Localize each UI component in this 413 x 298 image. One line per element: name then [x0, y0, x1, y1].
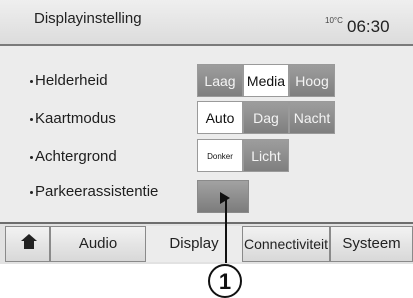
map-mode-option-night[interactable]: Nacht [289, 101, 335, 134]
clock: 06:30 [347, 17, 390, 36]
background-option-dark[interactable]: Donker [197, 139, 243, 172]
brightness-option-medium[interactable]: Media [243, 64, 289, 97]
setting-label-brightness: Helderheid [30, 72, 108, 89]
callout-marker: 1 [208, 264, 242, 298]
bullet [30, 79, 33, 83]
home-icon [21, 234, 37, 249]
temperature-readout: 10°C [325, 16, 343, 25]
map-mode-option-day[interactable]: Dag [243, 101, 289, 134]
brightness-option-low[interactable]: Laag [197, 64, 243, 97]
tab-system[interactable]: Systeem [330, 226, 413, 262]
setting-label-background: Achtergrond [30, 148, 117, 165]
setting-label-parking-assist: Parkeerassistentie [30, 183, 158, 200]
display-settings-screen: Displayinstelling 10°C 06:30 Helderheid … [0, 0, 413, 264]
title-bar: Displayinstelling 10°C 06:30 [0, 0, 413, 46]
parking-assist-play-button[interactable] [197, 180, 249, 213]
page-title: Displayinstelling [34, 10, 142, 27]
tab-home[interactable] [5, 226, 50, 262]
setting-label-map-mode: Kaartmodus [30, 110, 116, 127]
map-mode-option-auto[interactable]: Auto [197, 101, 243, 134]
brightness-option-high[interactable]: Hoog [289, 64, 335, 97]
bullet [30, 117, 33, 121]
callout-line [225, 196, 227, 263]
tab-connectivity[interactable]: Connectiviteit [242, 226, 330, 262]
tab-audio[interactable]: Audio [50, 226, 146, 262]
background-option-light[interactable]: Licht [243, 139, 289, 172]
tab-display[interactable]: Display [146, 226, 242, 262]
bullet [30, 155, 33, 159]
bullet [30, 190, 33, 194]
